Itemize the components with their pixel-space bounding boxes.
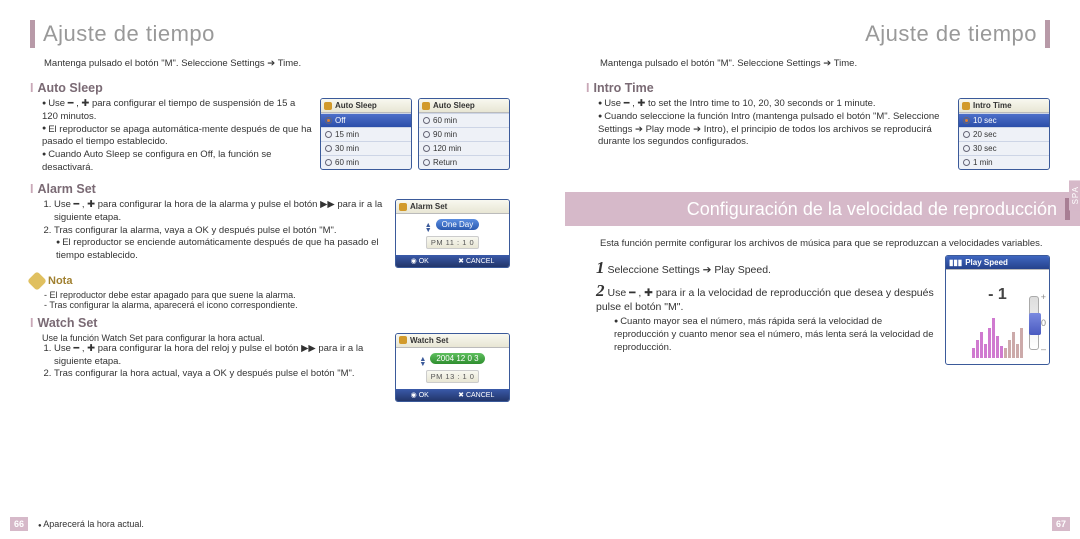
- spa-tab: SPA: [1069, 180, 1080, 210]
- cancel-label: ✖ CANCEL: [458, 257, 494, 265]
- list-item: El reproductor se apaga automática-mente…: [42, 124, 312, 150]
- speed-body: 1Seleccione Settings ➔ Play Speed. 2Use …: [570, 255, 1050, 365]
- time-value: PM 11 : 1 0: [426, 236, 479, 249]
- equalizer-icon: [950, 302, 1045, 358]
- watch-set-body: Use la función Watch Set para configurar…: [30, 333, 510, 402]
- alarm-set-body: Use ━ , ✚ para configurar la hora de la …: [30, 199, 510, 268]
- auto-sleep-heading: IAuto Sleep: [30, 81, 510, 95]
- radio-icon: [325, 145, 332, 152]
- device-screen: Auto Sleep 60 min 90 min 120 min Return: [418, 98, 510, 170]
- radio-icon: [423, 131, 430, 138]
- title-row: Ajuste de tiempo: [570, 20, 1050, 48]
- watch-set-steps: Use ━ , ✚ para configurar la hora del re…: [30, 343, 387, 381]
- clock-icon: [399, 336, 407, 344]
- clock-icon: [324, 102, 332, 110]
- page-title: Ajuste de tiempo: [43, 21, 215, 47]
- intro-time-body: Use ━ , ✚ to set the Intro time to 10, 2…: [570, 98, 1050, 176]
- cancel-label: ✖ CANCEL: [458, 391, 494, 399]
- radio-icon: [963, 145, 970, 152]
- page-number: 66: [10, 517, 28, 531]
- page-left: Ajuste de tiempo Mantenga pulsado el bot…: [0, 0, 540, 539]
- page-number: 67: [1052, 517, 1070, 531]
- device-screen-alarm: Alarm Set ▲▼One Day PM 11 : 1 0 ◉ OK✖ CA…: [395, 199, 510, 268]
- intro-time-heading: IIntro Time: [586, 81, 1050, 95]
- speed-section-banner: Configuración de la velocidad de reprodu…: [565, 192, 1080, 226]
- plus-icon: +: [1041, 292, 1046, 302]
- radio-icon: [423, 159, 430, 166]
- nota-row: Nota: [30, 274, 510, 288]
- list-item: Use ━ , ✚ para configurar la hora de la …: [54, 199, 387, 225]
- pill: 2004 12 0 3: [430, 353, 484, 364]
- note-icon: [27, 271, 47, 291]
- speed-step-2: 2Use ━ , ✚ para ir a la velocidad de rep…: [596, 281, 937, 313]
- list-item: Tras configurar la alarma, vaya a OK y d…: [54, 225, 387, 263]
- list-item: Tras configurar la hora actual, vaya a O…: [54, 368, 387, 381]
- alarm-set-heading: IAlarm Set: [30, 182, 510, 196]
- top-instruction: Mantenga pulsado el botón "M". Seleccion…: [570, 56, 1050, 75]
- note-line: - El reproductor debe estar apagado para…: [30, 290, 510, 300]
- ok-label: ◉ OK: [411, 391, 429, 399]
- clock-icon: [962, 102, 970, 110]
- device-screen: Intro Time 10 sec 20 sec 30 sec 1 min: [958, 98, 1050, 170]
- title-bar-icon: [30, 20, 35, 48]
- updown-arrows-icon: ▲▼: [425, 224, 432, 234]
- list-item: El reproductor se enciende automáticamen…: [56, 237, 387, 263]
- time-value: PM 13 : 1 0: [426, 370, 480, 383]
- device-screen-watch: Watch Set ▲▼2004 12 0 3 PM 13 : 1 0 ◉ OK…: [395, 333, 510, 402]
- page-title: Ajuste de tiempo: [865, 21, 1037, 47]
- auto-sleep-list: Use ━ , ✚ para configurar el tiempo de s…: [30, 98, 312, 175]
- list-item: Cuanto mayor sea el número, más rápida s…: [614, 316, 937, 354]
- page-right: Ajuste de tiempo Mantenga pulsado el bot…: [540, 0, 1080, 539]
- alarm-set-steps: Use ━ , ✚ para configurar la hora de la …: [30, 199, 387, 263]
- nota-label: Nota: [48, 275, 72, 287]
- speed-intro: Esta función permite configurar los arch…: [570, 236, 1050, 255]
- intro-time-list: Use ━ , ✚ to set the Intro time to 10, 2…: [586, 98, 950, 149]
- auto-sleep-screens: Auto Sleep Off 15 min 30 min 60 min Auto…: [320, 98, 510, 176]
- auto-sleep-body: Use ━ , ✚ para configurar el tiempo de s…: [30, 98, 510, 176]
- clock-icon: [422, 102, 430, 110]
- alarm-icon: [399, 203, 407, 211]
- list-item: Use ━ , ✚ para configurar el tiempo de s…: [42, 98, 312, 124]
- ok-label: ◉ OK: [411, 257, 429, 265]
- watch-set-heading: IWatch Set: [30, 316, 510, 330]
- footer-note: Aparecerá la hora actual.: [38, 519, 144, 529]
- watch-set-intro: Use la función Watch Set para configurar…: [30, 333, 387, 343]
- radio-icon: [963, 131, 970, 138]
- bars-icon: ▮▮▮: [949, 258, 962, 267]
- radio-icon: [963, 159, 970, 166]
- device-screen: Auto Sleep Off 15 min 30 min 60 min: [320, 98, 412, 170]
- list-item: Use ━ , ✚ para configurar la hora del re…: [54, 343, 387, 369]
- title-row: Ajuste de tiempo: [30, 20, 510, 48]
- radio-icon: [325, 131, 332, 138]
- pill: One Day: [436, 219, 480, 230]
- radio-icon: [963, 117, 970, 124]
- radio-icon: [325, 117, 332, 124]
- list-item: Cuando Auto Sleep se configura en Off, l…: [42, 149, 312, 175]
- top-instruction: Mantenga pulsado el botón "M". Seleccion…: [30, 56, 510, 75]
- speed-step-1: 1Seleccione Settings ➔ Play Speed.: [596, 258, 937, 278]
- radio-icon: [423, 117, 430, 124]
- list-item: Cuando seleccione la función Intro (mant…: [598, 111, 950, 149]
- note-line: - Tras configurar la alarma, aparecerá e…: [30, 300, 510, 310]
- title-bar-icon: [1045, 20, 1050, 48]
- radio-icon: [325, 159, 332, 166]
- device-screen-speed: ▮▮▮Play Speed - 1 + 0 –: [945, 255, 1050, 365]
- radio-icon: [423, 145, 430, 152]
- updown-arrows-icon: ▲▼: [419, 358, 426, 368]
- list-item: Use ━ , ✚ to set the Intro time to 10, 2…: [598, 98, 950, 111]
